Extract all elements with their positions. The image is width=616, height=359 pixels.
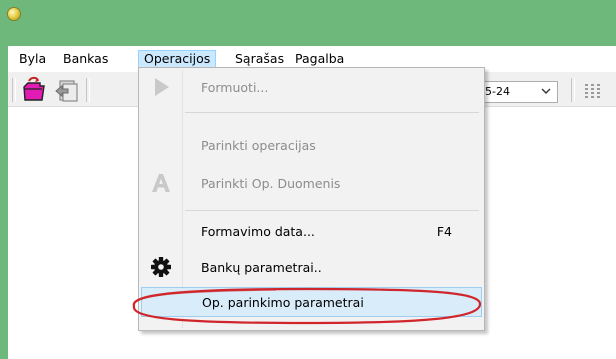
back-document-icon bbox=[55, 80, 78, 102]
menu-item-label: Formavimo data... bbox=[201, 224, 315, 239]
menu-item-label: Parinkti Op. Duomenis bbox=[201, 176, 341, 191]
menu-item-label: Op. parinkimo parametrai bbox=[202, 295, 364, 310]
toolbar-separator-2 bbox=[571, 78, 575, 102]
chevron-down-icon bbox=[541, 88, 551, 94]
menu-item-banku-parametrai[interactable]: Bankų parametrai.. bbox=[141, 252, 482, 282]
play-icon bbox=[155, 78, 169, 96]
menu-item-parinkti-operacijas[interactable]: Parinkti operacijas bbox=[141, 130, 482, 160]
operacijos-dropdown-menu: Formuoti... Parinkti operacijas Parinkti… bbox=[138, 67, 485, 331]
open-folder-icon bbox=[23, 76, 45, 101]
menu-item-label: Bankų parametrai.. bbox=[201, 260, 322, 275]
gear-icon bbox=[151, 257, 171, 277]
window-border-left bbox=[0, 46, 8, 359]
menu-byla[interactable]: Byla bbox=[14, 50, 51, 70]
menu-separator bbox=[185, 112, 479, 113]
menu-bankas[interactable]: Bankas bbox=[58, 50, 113, 70]
menu-item-formuoti[interactable]: Formuoti... bbox=[141, 72, 482, 102]
menu-item-parinkti-op-duomenis[interactable]: Parinkti Op. Duomenis bbox=[141, 168, 482, 198]
toolbar-grip bbox=[12, 78, 16, 102]
menu-item-label: Parinkti operacijas bbox=[201, 138, 316, 153]
open-folder-button[interactable] bbox=[20, 76, 48, 104]
title-bar bbox=[0, 0, 616, 46]
date-value: 5-24 bbox=[485, 85, 510, 98]
menu-item-shortcut: F4 bbox=[436, 224, 452, 239]
app-icon[interactable] bbox=[8, 8, 20, 20]
menu-item-label: Formuoti... bbox=[201, 80, 269, 95]
columns-button[interactable] bbox=[582, 80, 604, 102]
menu-item-op-parinkimo-parametrai[interactable]: Op. parinkimo parametrai bbox=[141, 287, 482, 317]
letter-a-icon bbox=[152, 174, 170, 192]
menu-item-formavimo-data[interactable]: Formavimo data... F4 bbox=[141, 216, 482, 246]
back-document-button[interactable] bbox=[52, 76, 80, 104]
columns-icon bbox=[585, 84, 600, 98]
date-combobox[interactable]: 5-24 bbox=[474, 81, 558, 103]
toolbar-separator bbox=[86, 78, 90, 102]
menu-separator bbox=[185, 210, 479, 211]
